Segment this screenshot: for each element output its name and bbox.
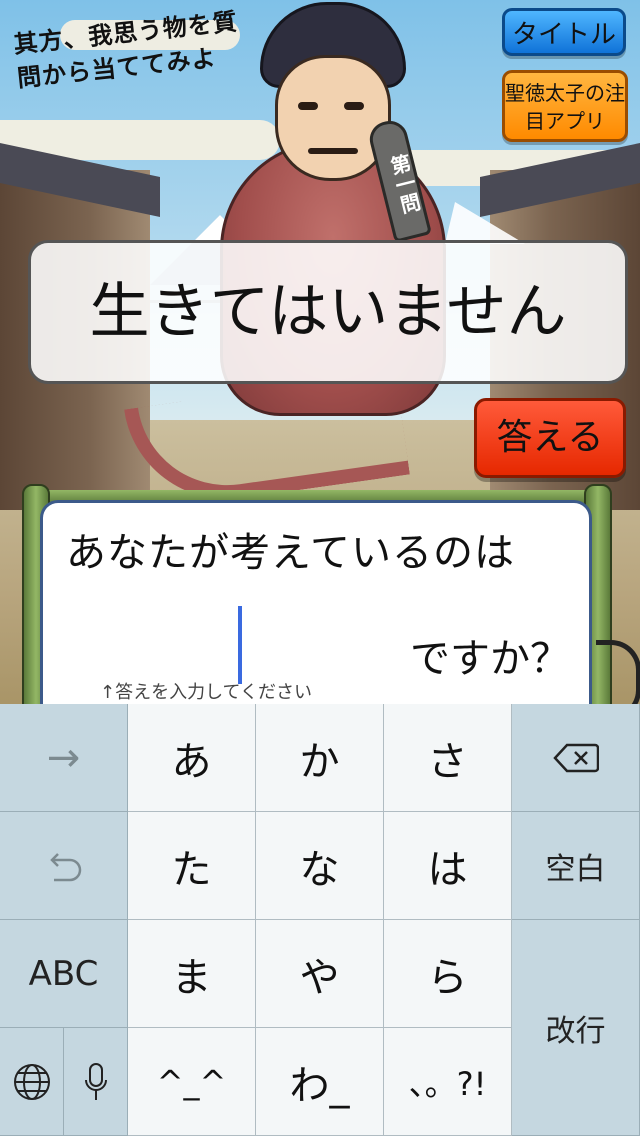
backspace-icon [552,743,599,772]
featured-app-button[interactable]: 聖徳太子の注目アプリ [502,70,628,142]
undo-icon [49,852,81,881]
kana-key-ka[interactable]: か [256,704,384,812]
return-key[interactable]: 改行 [512,920,640,1136]
kana-key-ta[interactable]: た [128,812,256,920]
kana-key-ya[interactable]: や [256,920,384,1028]
question-prefix: あなたが考えているのは [66,530,515,576]
kana-key-wa[interactable]: わ_ [256,1028,384,1136]
eye-icon [344,102,364,110]
eye-icon [298,102,318,110]
delete-key[interactable] [512,704,640,812]
answer-input[interactable] [92,604,392,684]
kana-key-na[interactable]: な [256,812,384,920]
kana-key-ma[interactable]: ま [128,920,256,1028]
dictation-key[interactable] [64,1028,128,1136]
microphone-icon [84,1062,107,1100]
speech-bubble: 生きてはいません [28,240,628,384]
speech-bubble-text: 生きてはいません [89,277,567,347]
input-hint: ↑答えを入力してください [100,682,313,703]
abc-key[interactable]: ABC [0,920,128,1028]
kana-key-ra[interactable]: ら [384,920,512,1028]
space-key[interactable]: 空白 [512,812,640,920]
kana-keyboard: → あ か さ た な は 空白 ABC ま や ら 改行 ^_^ わ_ 、。?… [0,704,640,1136]
emoticon-key[interactable]: ^_^ [128,1028,256,1136]
punctuation-key[interactable]: 、。?! [384,1028,512,1136]
arrow-right-icon: → [46,734,81,781]
question-suffix: ですか？ [410,636,570,682]
kana-key-a[interactable]: あ [128,704,256,812]
text-caret [238,606,242,684]
kana-key-ha[interactable]: は [384,812,512,920]
kana-key-sa[interactable]: さ [384,704,512,812]
globe-key[interactable] [0,1028,64,1136]
mustache [308,148,358,154]
answer-button[interactable]: 答える [474,398,626,478]
globe-icon [13,1063,50,1100]
speech-bubble-tail [445,202,525,244]
character-face [275,55,391,181]
title-button[interactable]: タイトル [502,8,626,56]
cursor-right-key[interactable]: → [0,704,128,812]
undo-key[interactable] [0,812,128,920]
